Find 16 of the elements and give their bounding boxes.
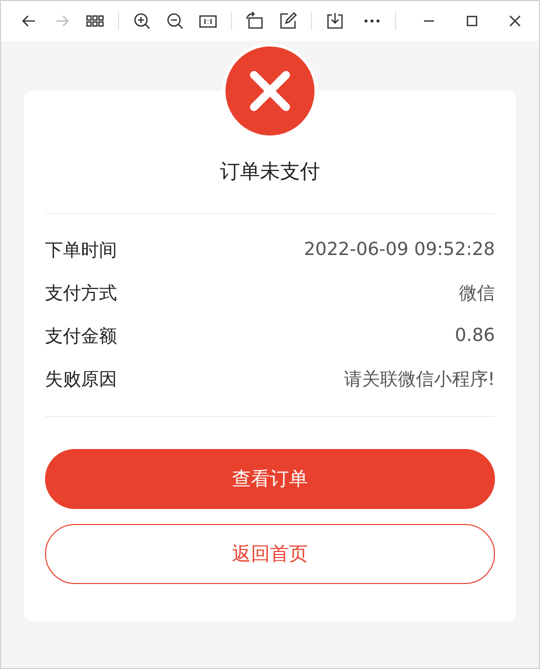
rotate-icon[interactable]	[245, 11, 265, 31]
detail-value: 请关联微信小程序!	[344, 368, 495, 390]
detail-label: 支付方式	[45, 282, 117, 304]
home-button[interactable]: 返回首页	[45, 524, 495, 584]
status-title: 订单未支付	[219, 158, 321, 185]
detail-value: 2022-06-09 09:52:28	[304, 239, 495, 260]
zoom-in-icon[interactable]	[132, 11, 152, 31]
detail-label: 失败原因	[45, 368, 117, 390]
detail-label: 支付金额	[45, 324, 117, 348]
edit-icon[interactable]	[278, 11, 298, 31]
download-icon[interactable]	[325, 11, 345, 31]
detail-value: 0.86	[454, 325, 495, 346]
view-order-button[interactable]: 查看订单	[45, 449, 495, 509]
zoom-out-icon[interactable]	[165, 11, 185, 31]
detail-value: 微信	[459, 282, 495, 304]
detail-label: 下单时间	[45, 238, 117, 262]
